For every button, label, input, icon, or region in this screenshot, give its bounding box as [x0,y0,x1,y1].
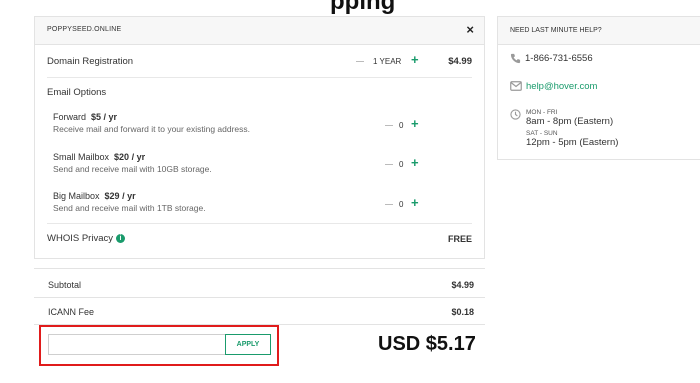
mail-icon [510,81,522,92]
page-heading: pping [330,0,396,15]
option-description: Receive mail and forward it to your exis… [53,124,251,134]
registration-price: $4.99 [448,56,472,67]
option-name: Forward [53,112,87,122]
minus-icon[interactable] [385,125,393,126]
subtotal-value: $4.99 [451,280,474,290]
help-card: NEED LAST MINUTE HELP? 1-866-731-6556 he… [497,16,700,160]
plus-icon[interactable]: + [411,117,419,130]
subtotal-label: Subtotal [48,280,82,290]
weekday-hours: 8am - 8pm (Eastern) [526,116,614,127]
minus-icon[interactable] [356,61,364,62]
whois-price: FREE [447,234,472,244]
email-option-big-mailbox: Big Mailbox $29 / yr Send and receive ma… [53,191,206,213]
divider [47,223,472,224]
plus-icon[interactable]: + [411,156,419,169]
email-option-small-mailbox: Small Mailbox $20 / yr Send and receive … [53,152,212,174]
plus-icon[interactable]: + [411,196,419,209]
weekday-label: MON - FRI [526,109,558,116]
cart-header: POPPYSEED.ONLINE × [35,17,484,45]
minus-icon[interactable] [385,164,393,165]
phone-line[interactable]: 1-866-731-6556 [510,53,593,64]
email-options-label: Email Options [47,87,107,98]
option-name: Big Mailbox [53,191,100,201]
info-icon[interactable]: i [115,233,125,243]
whois-row: WHOIS Privacy i [47,233,125,244]
divider [34,268,485,269]
phone-icon [510,53,521,64]
icann-label: ICANN Fee [48,307,95,317]
weekend-hours: 12pm - 5pm (Eastern) [526,137,619,148]
grand-total: USD $5.17 [378,333,476,355]
whois-label: WHOIS Privacy [47,233,113,244]
divider [47,77,472,78]
divider [34,297,485,298]
icann-row: ICANN Fee $0.18 [48,307,474,317]
email-option-forward: Forward $5 / yr Receive mail and forward… [53,112,250,134]
hours-block: MON - FRI 8am - 8pm (Eastern) SAT - SUN … [526,109,618,148]
minus-icon[interactable] [385,204,393,205]
option-name: Small Mailbox [53,152,110,162]
cart-card: POPPYSEED.ONLINE × Domain Registration 1… [34,16,485,259]
weekend-label: SAT - SUN [526,130,558,137]
apply-button[interactable]: APPLY [225,334,271,355]
phone-number: 1-866-731-6556 [525,53,593,65]
icann-value: $0.18 [451,307,474,317]
option-qty: 0 [399,121,404,130]
option-price: $5 / yr [91,112,118,122]
option-price: $29 / yr [104,191,136,201]
coupon-input[interactable] [48,334,226,355]
option-price: $20 / yr [114,152,146,162]
option-description: Send and receive mail with 10GB storage. [53,164,212,174]
plus-icon[interactable]: + [411,53,419,66]
registration-label: Domain Registration [47,56,134,67]
help-title: NEED LAST MINUTE HELP? [510,27,602,34]
option-description: Send and receive mail with 1TB storage. [53,203,206,213]
help-header: NEED LAST MINUTE HELP? [498,17,700,45]
option-qty: 0 [399,200,404,209]
domain-name: POPPYSEED.ONLINE [47,26,122,33]
clock-icon [510,109,521,120]
help-email[interactable]: help@hover.com [526,81,597,92]
registration-term: 1 YEAR [373,57,402,66]
email-line[interactable]: help@hover.com [510,81,597,92]
subtotal-row: Subtotal $4.99 [48,280,474,290]
close-icon[interactable]: × [466,22,474,37]
option-qty: 0 [399,160,404,169]
